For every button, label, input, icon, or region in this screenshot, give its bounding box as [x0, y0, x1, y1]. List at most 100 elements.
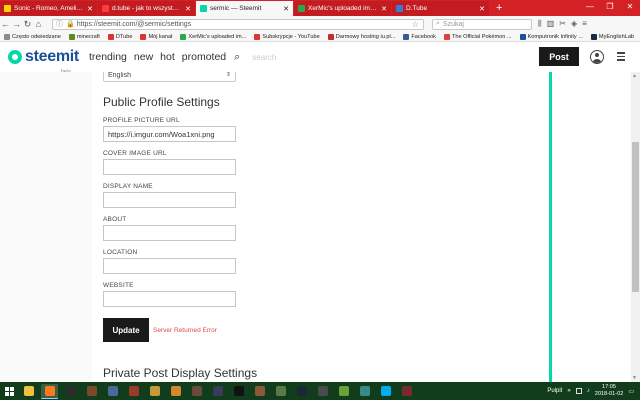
site-search-input[interactable]: search: [252, 53, 276, 62]
vader-game-taskbar-button[interactable]: [230, 384, 247, 398]
browser-tab[interactable]: Sonic - Romeo, Amelia... i nie t✕: [0, 1, 97, 16]
tab-close-icon[interactable]: ✕: [185, 5, 191, 13]
post-button[interactable]: Post: [539, 47, 579, 66]
game-2-taskbar-button[interactable]: [104, 384, 121, 398]
nav-link-new[interactable]: new: [134, 51, 153, 63]
bookmark-item[interactable]: The Official Pokémon ...: [443, 33, 512, 40]
location-input[interactable]: [103, 258, 236, 274]
game-5-icon: [191, 386, 202, 396]
game-11-taskbar-button[interactable]: [398, 384, 415, 398]
home-icon[interactable]: ⌂: [33, 19, 44, 29]
game-7-taskbar-button[interactable]: [251, 384, 268, 398]
game-5-taskbar-button[interactable]: [188, 384, 205, 398]
website-input[interactable]: [103, 291, 236, 307]
bookmark-item[interactable]: XerMic's uploaded im...: [180, 33, 246, 40]
url-bar[interactable]: ⓘ 🔒 https://steemit.com/@sermic/settings…: [52, 18, 424, 30]
game-6-taskbar-button[interactable]: [209, 384, 226, 398]
extension-icon[interactable]: ◈: [571, 19, 577, 29]
page-scrollbar[interactable]: ▲ ▼: [631, 72, 640, 382]
scroll-down-icon[interactable]: ▼: [632, 375, 637, 381]
bookmark-item[interactable]: MyEnglishLab: [590, 33, 634, 40]
tab-title: D.Tube: [406, 5, 428, 12]
bookmark-item[interactable]: Mój kanał: [140, 33, 172, 40]
bookmark-favicon-icon: [519, 33, 526, 40]
browser-tab[interactable]: sermic — Steemit ✕: [196, 1, 293, 16]
tab-close-icon[interactable]: ✕: [381, 5, 387, 13]
clock-date: 2018-01-02: [594, 391, 624, 397]
file-explorer-taskbar-button[interactable]: [20, 384, 37, 398]
network-icon[interactable]: [575, 388, 582, 394]
user-avatar-icon[interactable]: [590, 50, 604, 64]
site-header: steemit beta trending newhot promoted ⌕ se…: [0, 42, 640, 75]
new-tab-button[interactable]: +: [490, 1, 508, 16]
game-6-icon: [212, 386, 223, 396]
skype-taskbar-button[interactable]: [377, 384, 394, 398]
sidebar-icon[interactable]: ▥: [547, 19, 555, 29]
volume-icon[interactable]: ♪: [587, 388, 590, 394]
cover-image-url-input[interactable]: [103, 159, 236, 175]
nav-link-hot[interactable]: hot: [160, 51, 175, 63]
nav-link-promoted[interactable]: promoted: [182, 51, 226, 63]
library-icon[interactable]: ⫼: [538, 19, 542, 29]
browser-tab[interactable]: XerMic's uploaded images - Im✕: [294, 1, 391, 16]
hamburger-menu-icon[interactable]: [617, 52, 625, 63]
bookmark-item[interactable]: Darmowy hosting iu.pl...: [327, 33, 395, 40]
game-7-icon: [254, 386, 265, 396]
start-button[interactable]: [0, 382, 18, 400]
bookmark-item[interactable]: Subskrypcje - YouTube: [254, 33, 320, 40]
bookmark-star-icon[interactable]: ☆: [412, 20, 419, 29]
close-window-icon[interactable]: ✕: [620, 0, 640, 16]
firefox-taskbar-button[interactable]: [41, 383, 58, 399]
window-controls: — ❐ ✕: [580, 0, 640, 16]
desktop-label[interactable]: Pulpit: [547, 388, 562, 394]
profile-picture-url-input[interactable]: https://i.imgur.com/Woa1xni.png: [103, 126, 236, 142]
game-1-taskbar-button[interactable]: [83, 384, 100, 398]
steam-taskbar-button[interactable]: [293, 384, 310, 398]
browser-tab[interactable]: D.Tube ✕: [392, 1, 489, 16]
info-icon[interactable]: ⓘ: [56, 19, 63, 29]
scroll-thumb[interactable]: [632, 142, 639, 292]
bookmark-item[interactable]: DTube: [107, 33, 132, 40]
clock[interactable]: 17:05 2018-01-02: [595, 384, 624, 398]
minimize-icon[interactable]: —: [580, 0, 600, 16]
display-name-input[interactable]: [103, 192, 236, 208]
tab-favicon-icon: [200, 5, 207, 12]
game-3-taskbar-button[interactable]: [125, 384, 142, 398]
update-button[interactable]: Update: [103, 318, 149, 342]
reload-icon[interactable]: ↻: [22, 19, 33, 30]
forward-icon[interactable]: →: [11, 19, 22, 29]
browser-search-input[interactable]: ⌕ Szukaj: [432, 18, 532, 30]
bookmark-label: Często odwiedzane: [12, 33, 61, 40]
scroll-up-icon[interactable]: ▲: [632, 73, 637, 79]
about-input[interactable]: [103, 225, 236, 241]
language-select[interactable]: English ⇕: [103, 72, 236, 82]
jurassic-game-taskbar-button[interactable]: [167, 384, 184, 398]
tab-close-icon[interactable]: ✕: [283, 5, 289, 13]
back-icon[interactable]: ←: [0, 19, 11, 29]
game-8-taskbar-button[interactable]: [272, 384, 289, 398]
maximize-icon[interactable]: ❐: [600, 0, 620, 16]
minecraft-taskbar-button[interactable]: [335, 384, 352, 398]
bookmark-label: minecraft: [76, 33, 100, 40]
bookmark-item[interactable]: Często odwiedzane: [4, 33, 61, 40]
bookmark-favicon-icon: [140, 33, 147, 40]
steemit-logo[interactable]: steemit beta: [8, 48, 79, 75]
browser-tab[interactable]: d.tube - jak to wszystko działa✕: [98, 1, 195, 16]
tray-chevron-icon[interactable]: »: [567, 388, 570, 394]
bookmark-item[interactable]: minecraft: [68, 33, 100, 40]
tab-close-icon[interactable]: ✕: [87, 5, 93, 13]
notifications-icon[interactable]: ▭: [628, 388, 634, 395]
search-icon[interactable]: ⌕: [234, 51, 240, 64]
nav-link-trending[interactable]: trending: [89, 51, 127, 63]
game-3-icon: [128, 386, 139, 396]
game-10-taskbar-button[interactable]: [356, 384, 373, 398]
screenshot-icon[interactable]: ✂: [559, 19, 566, 29]
game-4-taskbar-button[interactable]: [146, 384, 163, 398]
tab-close-icon[interactable]: ✕: [479, 5, 485, 13]
bookmark-item[interactable]: Facebook: [403, 33, 436, 40]
browser-menu-icon[interactable]: ≡: [582, 19, 587, 29]
game-9-taskbar-button[interactable]: [314, 384, 331, 398]
batman-game-taskbar-button[interactable]: [62, 384, 79, 398]
bookmark-favicon-icon: [68, 33, 75, 40]
bookmark-item[interactable]: Komputronik Infinity ...: [519, 33, 583, 40]
